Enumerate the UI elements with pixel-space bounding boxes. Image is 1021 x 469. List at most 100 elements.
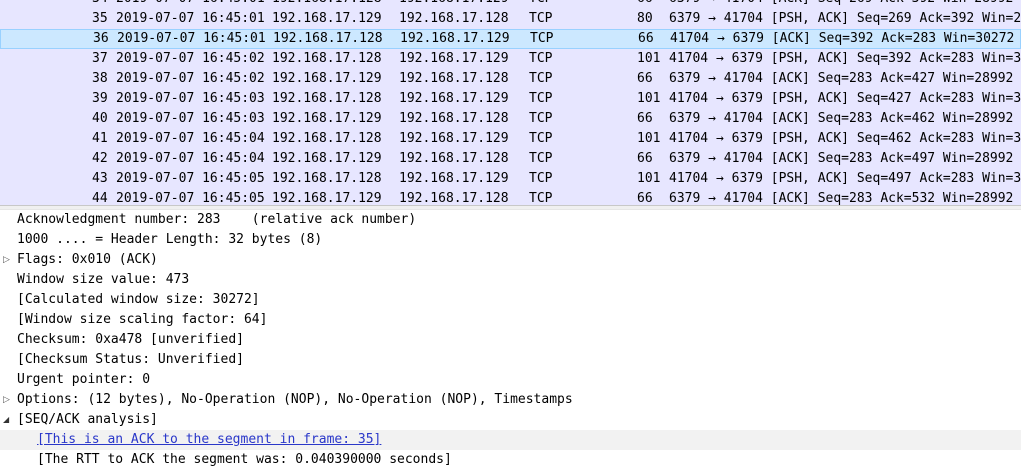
packet-source: 192.168.17.129 (272, 11, 382, 26)
packet-destination: 192.168.17.129 (399, 131, 509, 146)
packet-protocol: TCP (529, 171, 553, 186)
packet-source: 192.168.17.129 (272, 151, 382, 166)
frame-link[interactable]: [This is an ACK to the segment in frame:… (37, 430, 381, 450)
detail-text: [The RTT to ACK the segment was: 0.04039… (37, 452, 452, 467)
detail-row[interactable]: 1000 .... = Header Length: 32 bytes (8) (0, 230, 1021, 250)
detail-row[interactable]: Urgent pointer: 0 (0, 370, 1021, 390)
packet-source: 192.168.17.128 (272, 51, 382, 66)
packet-protocol: TCP (529, 0, 552, 9)
packet-list[interactable]: 34 2019-07-07 16:45:01 192.168.17.128 192.1… (0, 0, 1021, 205)
packet-info: 6379 → 41704 [ACK] Seq=269 Ack=392 Win=2… (669, 0, 1013, 9)
packet-destination: 192.168.17.128 (399, 71, 509, 86)
detail-row[interactable]: Checksum: 0xa478 [unverified] (0, 330, 1021, 350)
packet-protocol: TCP (529, 71, 553, 86)
packet-row[interactable]: 42 2019-07-07 16:45:04 192.168.17.129 192.1… (0, 149, 1021, 169)
packet-time: 2019-07-07 16:45:02 (116, 71, 265, 86)
packet-number: 40 (92, 111, 108, 126)
packet-length: 66 (637, 191, 653, 205)
detail-row[interactable]: Acknowledgment number: 283 (relative ack… (0, 210, 1021, 230)
packet-row[interactable]: 38 2019-07-07 16:45:02 192.168.17.129 192.1… (0, 69, 1021, 89)
packet-source: 192.168.17.128 (272, 91, 382, 106)
detail-row[interactable]: [Calculated window size: 30272] (0, 290, 1021, 310)
packet-length: 101 (637, 171, 661, 186)
detail-row[interactable]: ▷ Flags: 0x010 (ACK) (0, 250, 1021, 270)
packet-row[interactable]: 44 2019-07-07 16:45:05 192.168.17.129 192.1… (0, 189, 1021, 205)
packet-number: 35 (92, 11, 108, 26)
packet-time: 2019-07-07 16:45:05 (116, 191, 265, 205)
packet-destination: 192.168.17.129 (399, 0, 509, 9)
packet-time: 2019-07-07 16:45:01 (116, 0, 265, 9)
packet-info: 6379 → 41704 [ACK] Seq=283 Ack=532 Win=2… (669, 191, 1014, 205)
packet-time: 2019-07-07 16:45:03 (116, 91, 265, 106)
packet-number: 34 (92, 0, 108, 9)
triangle-right-icon[interactable]: ▷ (3, 255, 13, 265)
packet-info: 41704 → 6379 [PSH, ACK] Seq=427 Ack=283 … (669, 91, 1021, 106)
packet-destination: 192.168.17.129 (399, 171, 509, 186)
packet-info: 41704 → 6379 [PSH, ACK] Seq=462 Ack=283 … (669, 131, 1021, 146)
packet-number: 43 (92, 171, 108, 186)
packet-destination: 192.168.17.128 (399, 191, 509, 205)
detail-text: [Checksum Status: Unverified] (17, 352, 244, 367)
packet-info: 41704 → 6379 [PSH, ACK] Seq=392 Ack=283 … (669, 51, 1021, 66)
detail-text: [Calculated window size: 30272] (17, 292, 260, 307)
detail-row[interactable]: [The RTT to ACK the segment was: 0.04039… (0, 450, 1021, 469)
detail-row[interactable]: ◢ [SEQ/ACK analysis] (0, 410, 1021, 430)
packet-protocol: TCP (529, 51, 553, 66)
packet-protocol: TCP (529, 151, 553, 166)
packet-row[interactable]: 37 2019-07-07 16:45:02 192.168.17.128 192.1… (0, 49, 1021, 69)
packet-length: 66 (637, 71, 653, 86)
packet-source: 192.168.17.128 (272, 171, 382, 186)
packet-length: 101 (637, 51, 661, 66)
detail-row[interactable]: [Window size scaling factor: 64] (0, 310, 1021, 330)
packet-destination: 192.168.17.129 (399, 51, 509, 66)
packet-time: 2019-07-07 16:45:05 (116, 171, 265, 186)
detail-text: Window size value: 473 (17, 272, 190, 287)
packet-info: 6379 → 41704 [ACK] Seq=283 Ack=462 Win=2… (669, 111, 1014, 126)
detail-row[interactable]: Window size value: 473 (0, 270, 1021, 290)
packet-source: 192.168.17.129 (272, 71, 382, 86)
packet-destination: 192.168.17.129 (399, 91, 509, 106)
detail-text: 1000 .... = Header Length: 32 bytes (8) (17, 232, 323, 247)
packet-length: 66 (638, 31, 654, 46)
triangle-right-icon[interactable]: ▷ (3, 395, 13, 405)
packet-length: 101 (637, 91, 661, 106)
packet-length: 66 (637, 0, 653, 9)
packet-info: 6379 → 41704 [ACK] Seq=283 Ack=497 Win=2… (669, 151, 1014, 166)
packet-source: 192.168.17.129 (272, 191, 382, 205)
packet-row[interactable]: 41 2019-07-07 16:45:04 192.168.17.128 192.1… (0, 129, 1021, 149)
detail-text: Acknowledgment number: 283 (relative ack… (17, 212, 417, 227)
packet-time: 2019-07-07 16:45:02 (116, 51, 265, 66)
packet-time: 2019-07-07 16:45:01 (116, 11, 265, 26)
packet-info: 6379 → 41704 [PSH, ACK] Seq=269 Ack=392 … (669, 11, 1021, 26)
detail-row[interactable]: ▷ Options: (12 bytes), No-Operation (NOP)… (0, 390, 1021, 410)
packet-details-tree[interactable]: Acknowledgment number: 283 (relative ack… (0, 210, 1021, 469)
packet-source: 192.168.17.128 (272, 131, 382, 146)
packet-row[interactable]: 35 2019-07-07 16:45:01 192.168.17.129 192.1… (0, 9, 1021, 29)
packet-protocol: TCP (529, 91, 553, 106)
detail-text: [Window size scaling factor: 64] (17, 312, 268, 327)
triangle-down-icon[interactable]: ◢ (3, 415, 13, 425)
packet-number: 36 (93, 31, 109, 46)
packet-time: 2019-07-07 16:45:03 (116, 111, 265, 126)
packet-info: 6379 → 41704 [ACK] Seq=283 Ack=427 Win=2… (669, 71, 1014, 86)
packet-destination: 192.168.17.128 (399, 111, 509, 126)
packet-number: 38 (92, 71, 108, 86)
packet-row[interactable]: 39 2019-07-07 16:45:03 192.168.17.128 192.1… (0, 89, 1021, 109)
packet-source: 192.168.17.128 (273, 31, 383, 46)
detail-row[interactable]: [Checksum Status: Unverified] (0, 350, 1021, 370)
packet-number: 37 (92, 51, 108, 66)
packet-row[interactable]: 34 2019-07-07 16:45:01 192.168.17.128 192.1… (0, 0, 1021, 9)
packet-row-selected[interactable]: 36 2019-07-07 16:45:01 192.168.17.128 192.1… (0, 29, 1021, 49)
packet-number: 42 (92, 151, 108, 166)
packet-protocol: TCP (529, 11, 553, 26)
detail-text: [SEQ/ACK analysis] (17, 412, 158, 427)
packet-protocol: TCP (529, 131, 553, 146)
packet-protocol: TCP (530, 31, 554, 46)
packet-row[interactable]: 40 2019-07-07 16:45:03 192.168.17.129 192.1… (0, 109, 1021, 129)
frame-link-row[interactable]: [This is an ACK to the segment in frame:… (0, 430, 1021, 450)
packet-destination: 192.168.17.128 (399, 11, 509, 26)
packet-info: 41704 → 6379 [PSH, ACK] Seq=497 Ack=283 … (669, 171, 1021, 186)
packet-number: 39 (92, 91, 108, 106)
detail-text: Urgent pointer: 0 (17, 372, 151, 387)
packet-row[interactable]: 43 2019-07-07 16:45:05 192.168.17.128 192.1… (0, 169, 1021, 189)
